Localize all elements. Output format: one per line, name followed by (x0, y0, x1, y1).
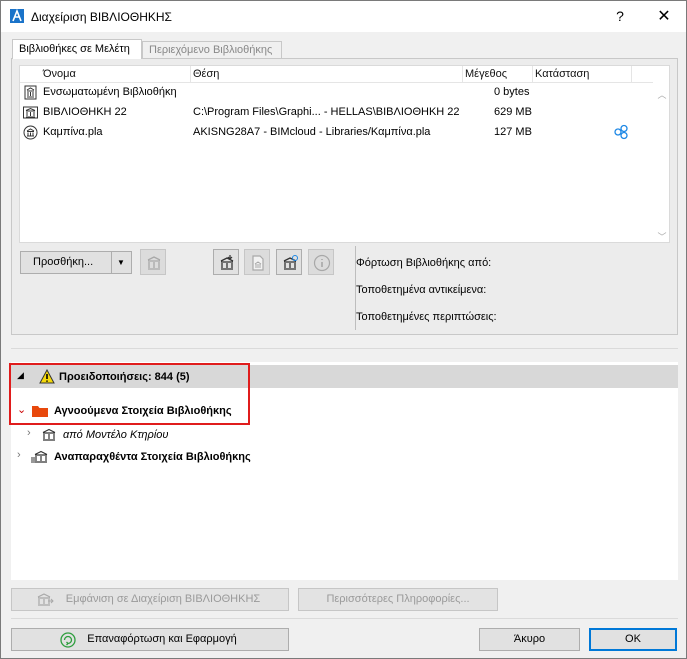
remove-library-button[interactable] (140, 249, 166, 275)
library-list[interactable]: Όνομα Θέση Μέγεθος Κατάσταση Ενσωματωμέν… (19, 65, 670, 243)
chevron-right-icon[interactable]: › (17, 449, 21, 461)
scroll-down-icon[interactable]: ﹀ (657, 230, 667, 242)
library-manager-dialog: Διαχείριση ΒΙΒΛΙΟΘΗΚΗΣ ? ✕ Βιβλιοθήκες σ… (0, 0, 687, 659)
placed-objects-label: Τοποθετημένα αντικείμενα: (356, 284, 487, 296)
info-button[interactable] (308, 249, 334, 275)
info-icon (313, 254, 331, 272)
add-label: Προσθήκη... (33, 256, 94, 268)
document-icon (252, 255, 264, 271)
column-divider (462, 66, 463, 83)
column-size[interactable]: Μέγεθος (465, 68, 507, 80)
column-divider (190, 66, 191, 83)
column-status[interactable]: Κατάσταση (535, 68, 589, 80)
library-name: ΒΙΒΛΙΟΘΗΚΗ 22 (43, 106, 127, 118)
column-location[interactable]: Θέση (193, 68, 219, 80)
split-divider (111, 252, 112, 273)
title-bar: Διαχείριση ΒΙΒΛΙΟΘΗΚΗΣ ? ✕ (1, 1, 686, 32)
window-title: Διαχείριση ΒΙΒΛΙΟΘΗΚΗΣ (31, 10, 172, 24)
chevron-right-icon[interactable]: › (27, 427, 31, 439)
embedded-library-icon (24, 85, 37, 100)
library-size: 0 bytes (494, 86, 530, 98)
library-location: AKISNG28A7 - BIMcloud - Libraries/Καμπίν… (193, 126, 431, 138)
reload-icon (60, 632, 76, 648)
show-in-manager-button[interactable]: Εμφάνιση σε Διαχείριση ΒΙΒΛΙΟΘΗΚΗΣ (11, 588, 289, 611)
placed-instances-label: Τοποθετημένες περιπτώσεις: (356, 311, 497, 323)
library-name: Ενσωματωμένη Βιβλιοθήκη (43, 86, 177, 98)
library-manager-button[interactable] (213, 249, 239, 275)
reload-apply-label: Επαναφόρτωση και Εφαρμογή (87, 633, 237, 645)
library-cloud-icon (283, 255, 298, 270)
column-divider (631, 66, 632, 83)
library-row[interactable]: Ενσωματωμένη Βιβλιοθήκη 0 bytes (20, 83, 653, 102)
duplicate-library-icon (31, 450, 48, 463)
bimcloud-status-icon (614, 124, 628, 140)
bimcloud-library-icon (23, 125, 38, 140)
library-location: C:\Program Files\Graphi... - HELLAS\ΒΙΒΛ… (193, 106, 460, 118)
footer-divider (11, 618, 678, 619)
loaded-from-label: Φόρτωση Βιβλιοθήκης από: (356, 257, 492, 269)
library-row[interactable]: ΒΙΒΛΙΟΘΗΚΗ 22 C:\Program Files\Graphi...… (20, 103, 653, 122)
highlight-box (9, 363, 250, 425)
column-divider (532, 66, 533, 83)
ok-button[interactable]: OK (589, 628, 677, 651)
close-button[interactable]: ✕ (642, 1, 686, 32)
library-name: Καμπίνα.pla (43, 126, 103, 138)
help-button[interactable]: ? (598, 1, 642, 32)
archicad-app-icon (10, 9, 24, 23)
library-size: 629 MB (494, 106, 532, 118)
library-row[interactable]: Καμπίνα.pla AKISNG28A7 - BIMcloud - Libr… (20, 123, 653, 142)
library-arrow-icon (220, 255, 234, 270)
add-library-button[interactable]: Προσθήκη... ▼ (20, 251, 132, 274)
local-library-icon (23, 106, 38, 119)
tree-group-label: Αναπαραχθέντα Στοιχεία Βιβλιοθήκης (54, 451, 251, 463)
library-manager-icon (37, 593, 54, 606)
column-name[interactable]: Όνομα (43, 68, 76, 80)
scroll-up-icon[interactable]: ︿ (657, 88, 667, 100)
chevron-down-icon[interactable]: ▼ (117, 252, 125, 273)
libraries-panel: Όνομα Θέση Μέγεθος Κατάσταση Ενσωματωμέν… (11, 58, 678, 335)
library-settings-button[interactable] (276, 249, 302, 275)
export-library-button[interactable] (244, 249, 270, 275)
list-header: Όνομα Θέση Μέγεθος Κατάσταση (20, 66, 653, 83)
section-divider (11, 348, 678, 349)
show-in-manager-label: Εμφάνιση σε Διαχείριση ΒΙΒΛΙΟΘΗΚΗΣ (65, 593, 261, 605)
cancel-button[interactable]: Άκυρο (479, 628, 580, 651)
more-info-button[interactable]: Περισσότερες Πληροφορίες... (298, 588, 498, 611)
library-remove-icon (147, 256, 161, 270)
library-size: 127 MB (494, 126, 532, 138)
tree-item-label: από Μοντέλο Κτηρίου (63, 429, 169, 441)
reload-apply-button[interactable]: Επαναφόρτωση και Εφαρμογή (11, 628, 289, 651)
tab-libraries-in-project[interactable]: Βιβλιοθήκες σε Μελέτη (12, 39, 142, 59)
library-icon (42, 428, 56, 441)
tab-library-content[interactable]: Περιεχόμενο Βιβλιοθήκης (142, 41, 282, 58)
